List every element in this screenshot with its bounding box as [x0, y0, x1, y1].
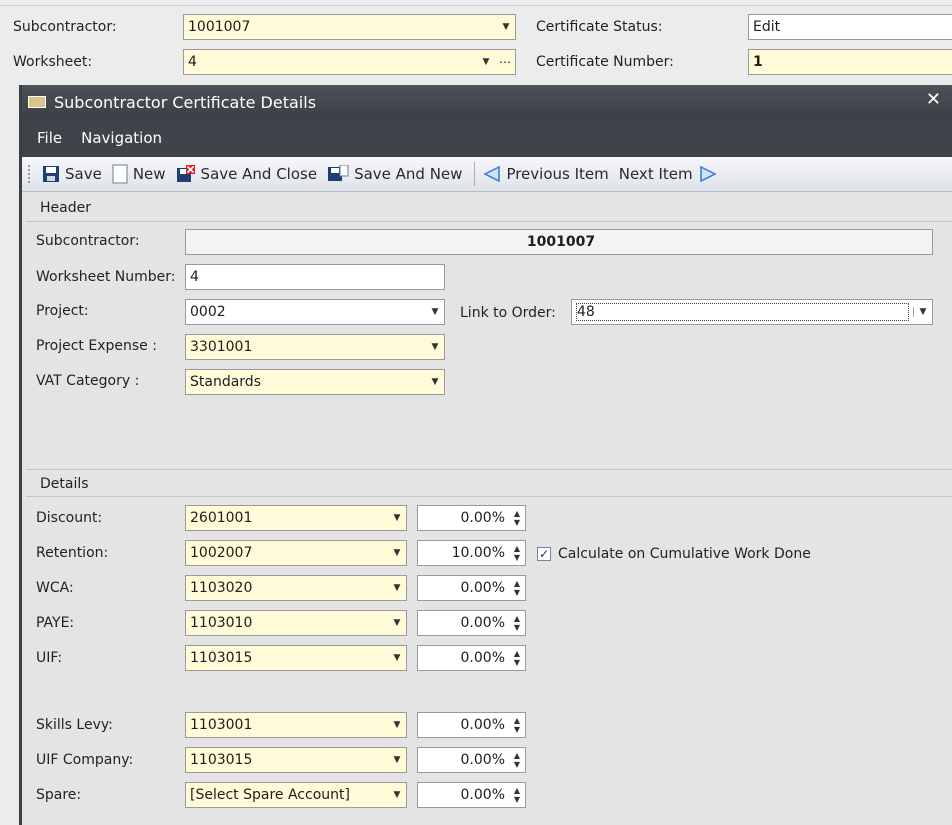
- spin-arrows-icon[interactable]: ▲ ▼: [509, 786, 525, 804]
- menu-bar: File Navigation: [22, 119, 952, 157]
- subcontractor-field: 1001007: [185, 229, 933, 255]
- chevron-down-icon[interactable]: ▼: [388, 653, 406, 663]
- spin-arrows-icon[interactable]: ▲ ▼: [509, 509, 525, 527]
- spin-arrows-icon[interactable]: ▲ ▼: [509, 751, 525, 769]
- save-button[interactable]: Save: [42, 165, 102, 183]
- discount-account-dropdown[interactable]: 2601001 ▼: [185, 505, 407, 531]
- save-and-new-button[interactable]: Save And New: [327, 165, 462, 183]
- chevron-down-icon[interactable]: ▼: [388, 583, 406, 593]
- worksheet-number-label: Worksheet Number:: [36, 269, 176, 285]
- skills-levy-percent-spinner[interactable]: 0.00% ▲ ▼: [417, 712, 526, 738]
- bg-certificate-status-label: Certificate Status:: [536, 19, 663, 35]
- link-to-order-dropdown[interactable]: 48 ▼: [571, 299, 933, 325]
- spare-account-dropdown[interactable]: [Select Spare Account] ▼: [185, 782, 407, 808]
- link-to-order-label: Link to Order:: [460, 305, 556, 321]
- blank-document-icon: [112, 164, 128, 184]
- spin-arrows-icon[interactable]: ▲ ▼: [509, 579, 525, 597]
- chevron-down-icon[interactable]: ▼: [426, 307, 444, 317]
- chevron-down-icon[interactable]: ▼: [497, 22, 515, 32]
- paye-account-dropdown[interactable]: 1103010 ▼: [185, 610, 407, 636]
- wca-account-dropdown[interactable]: 1103020 ▼: [185, 575, 407, 601]
- detail-row-label: Retention:: [36, 545, 109, 561]
- subcontractor-label: Subcontractor:: [36, 233, 140, 249]
- chevron-down-icon[interactable]: ▼: [913, 307, 932, 317]
- uif-company-account-dropdown[interactable]: 1103015 ▼: [185, 747, 407, 773]
- save-close-icon: [176, 165, 195, 182]
- next-item-button[interactable]: Next Item: [619, 165, 717, 183]
- spin-arrows-icon[interactable]: ▲ ▼: [509, 544, 525, 562]
- window-icon: [28, 96, 46, 108]
- certificate-details-dialog: Subcontractor Certificate Details ✕ File…: [19, 85, 952, 825]
- close-icon[interactable]: ✕: [926, 89, 941, 110]
- detail-row-label: WCA:: [36, 580, 74, 596]
- chevron-down-icon[interactable]: ▼: [477, 57, 495, 67]
- bg-worksheet-dropdown[interactable]: 4 ▼ ⋯: [183, 49, 516, 75]
- chevron-down-icon[interactable]: ▼: [388, 755, 406, 765]
- detail-row-label: UIF Company:: [36, 752, 134, 768]
- arrow-left-icon: [483, 165, 501, 183]
- new-button[interactable]: New: [112, 164, 166, 184]
- discount-percent-spinner[interactable]: 0.00% ▲ ▼: [417, 505, 526, 531]
- calculate-cumulative-checkbox[interactable]: ✓: [537, 547, 551, 561]
- menu-file[interactable]: File: [37, 129, 62, 147]
- dialog-titlebar[interactable]: Subcontractor Certificate Details ✕: [22, 85, 952, 119]
- bg-certificate-status-field[interactable]: Edit: [748, 14, 952, 40]
- chevron-down-icon[interactable]: ▼: [388, 790, 406, 800]
- vat-category-label: VAT Category :: [36, 373, 140, 389]
- detail-row-label: UIF:: [36, 650, 63, 666]
- toolbar-separator: [474, 162, 476, 186]
- bg-subcontractor-dropdown[interactable]: 1001007 ▼: [183, 14, 516, 40]
- paye-percent-spinner[interactable]: 0.00% ▲ ▼: [417, 610, 526, 636]
- calculate-cumulative-label: Calculate on Cumulative Work Done: [558, 546, 811, 562]
- retention-percent-spinner[interactable]: 10.00% ▲ ▼: [417, 540, 526, 566]
- header-section-label: Header: [40, 200, 91, 216]
- chevron-down-icon[interactable]: ▼: [426, 342, 444, 352]
- bg-worksheet-label: Worksheet:: [13, 54, 93, 70]
- chevron-down-icon[interactable]: ▼: [388, 513, 406, 523]
- skills-levy-account-dropdown[interactable]: 1103001 ▼: [185, 712, 407, 738]
- ellipsis-icon[interactable]: ⋯: [495, 55, 515, 69]
- vat-category-dropdown[interactable]: Standards ▼: [185, 369, 445, 395]
- bg-subcontractor-label: Subcontractor:: [13, 19, 117, 35]
- worksheet-number-field[interactable]: 4: [185, 264, 445, 290]
- project-expense-dropdown[interactable]: 3301001 ▼: [185, 334, 445, 360]
- previous-item-button[interactable]: Previous Item: [483, 165, 609, 183]
- detail-row-label: Skills Levy:: [36, 717, 113, 733]
- project-dropdown[interactable]: 0002 ▼: [185, 299, 445, 325]
- spin-arrows-icon[interactable]: ▲ ▼: [509, 649, 525, 667]
- spin-arrows-icon[interactable]: ▲ ▼: [509, 716, 525, 734]
- project-label: Project:: [36, 303, 89, 319]
- menu-navigation[interactable]: Navigation: [81, 129, 162, 147]
- arrow-right-icon: [699, 165, 717, 183]
- details-divider-top: [26, 469, 952, 470]
- wca-percent-spinner[interactable]: 0.00% ▲ ▼: [417, 575, 526, 601]
- dialog-title: Subcontractor Certificate Details: [54, 92, 317, 112]
- chevron-down-icon[interactable]: ▼: [426, 377, 444, 387]
- chevron-down-icon[interactable]: ▼: [388, 548, 406, 558]
- top-separator: [0, 5, 952, 6]
- save-new-icon: [328, 165, 349, 181]
- toolbar-grip[interactable]: [28, 165, 34, 183]
- save-and-close-button[interactable]: Save And Close: [176, 165, 317, 183]
- project-expense-label: Project Expense :: [36, 338, 157, 354]
- chevron-down-icon[interactable]: ▼: [388, 720, 406, 730]
- detail-row-label: PAYE:: [36, 615, 75, 631]
- details-section-label: Details: [40, 476, 89, 492]
- toolbar: Save New Save And Close Save And New Pre…: [22, 157, 952, 192]
- chevron-down-icon[interactable]: ▼: [388, 618, 406, 628]
- spare-percent-spinner[interactable]: 0.00% ▲ ▼: [417, 782, 526, 808]
- bg-certificate-number-field[interactable]: 1: [748, 49, 952, 75]
- retention-account-dropdown[interactable]: 1002007 ▼: [185, 540, 407, 566]
- uif-company-percent-spinner[interactable]: 0.00% ▲ ▼: [417, 747, 526, 773]
- uif-account-dropdown[interactable]: 1103015 ▼: [185, 645, 407, 671]
- details-divider: [26, 496, 952, 497]
- uif-percent-spinner[interactable]: 0.00% ▲ ▼: [417, 645, 526, 671]
- spin-arrows-icon[interactable]: ▲ ▼: [509, 614, 525, 632]
- detail-row-label: Spare:: [36, 787, 82, 803]
- header-divider: [26, 221, 952, 222]
- floppy-disk-icon: [43, 166, 59, 182]
- detail-row-label: Discount:: [36, 510, 103, 526]
- bg-certificate-number-label: Certificate Number:: [536, 54, 674, 70]
